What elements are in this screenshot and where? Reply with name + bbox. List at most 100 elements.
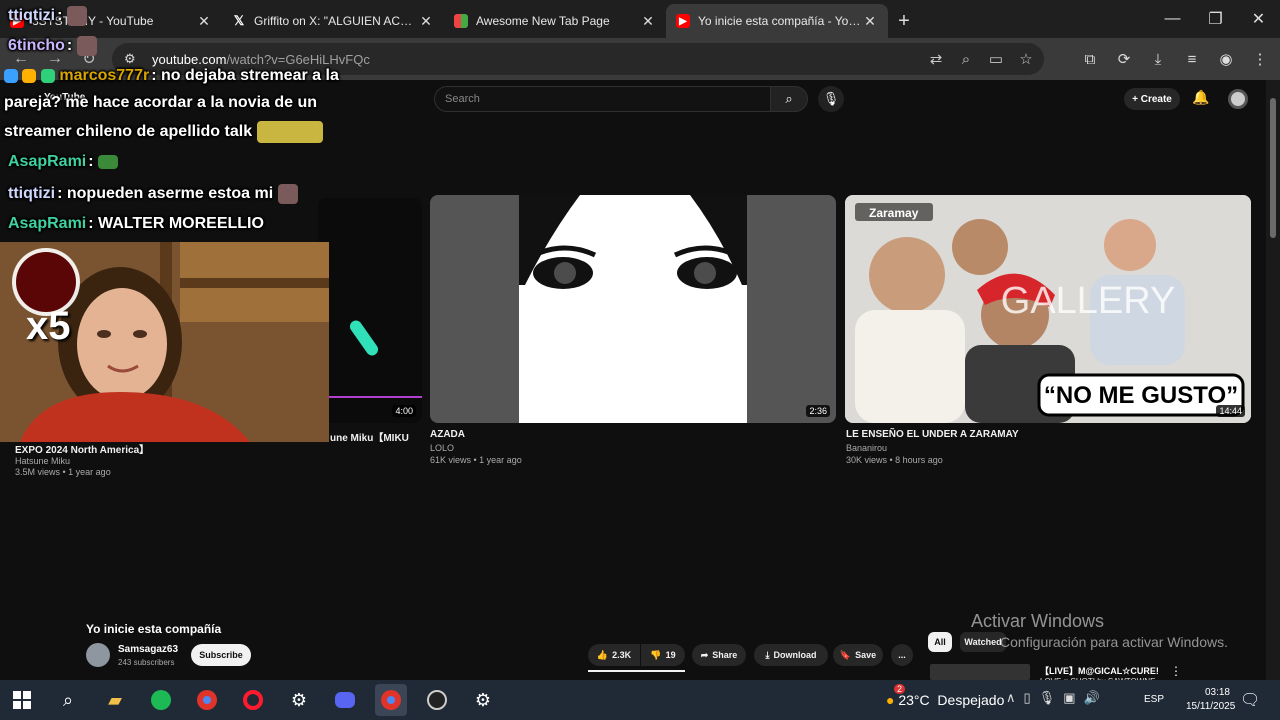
mic-icon[interactable]: 🎙 <box>818 86 844 112</box>
translate-icon[interactable]: ⇄ <box>926 50 946 68</box>
chevron-up-icon[interactable]: ∧ <box>1006 690 1016 706</box>
activation-subtitle: Configuración para activar Windows. <box>1000 634 1228 650</box>
youtube-icon: ▶ <box>676 14 690 28</box>
up-next-title[interactable]: 【LIVE】M@GICAL☆CURE! <box>1040 664 1159 677</box>
tab-youtube-active[interactable]: ▶ Yo inicie esta compañía - YouTu ✕ <box>666 4 888 38</box>
duration-badge: 2:36 <box>806 405 830 417</box>
chat-line: ttiqtizi: nopueden aserme estoa mi <box>8 184 298 204</box>
video-channel-3[interactable]: Bananirou <box>846 443 887 453</box>
cast-icon[interactable]: ▭ <box>986 50 1006 68</box>
new-tab-button[interactable]: + <box>888 4 920 38</box>
scrollbar-thumb[interactable] <box>1270 98 1276 238</box>
extensions-icon[interactable]: ⧉ <box>1076 51 1104 68</box>
badge-icon <box>22 68 37 83</box>
tab-newtab[interactable]: Awesome New Tab Page ✕ <box>444 4 666 38</box>
video-title-1[interactable]: EXPO 2024 North America】 <box>15 441 149 456</box>
thumbnail-art <box>328 320 422 398</box>
minimize-icon[interactable]: — <box>1151 0 1194 38</box>
chrome-active-icon[interactable] <box>375 684 407 716</box>
search-icon[interactable]: ⌕ <box>52 684 84 716</box>
thumbnail-art: GALLERY “NO ME GUSTO” Zaramay <box>845 195 1251 423</box>
omnibox-icons: ⇄ ⌕ ▭ ☆ <box>926 43 1036 75</box>
discord-icon[interactable] <box>329 684 361 716</box>
avatar[interactable] <box>1228 89 1248 109</box>
window-controls: — ❐ ✕ <box>1151 0 1280 38</box>
spotify-icon[interactable] <box>145 684 177 716</box>
search-icon[interactable]: ⌕ <box>770 86 808 112</box>
file-explorer-icon[interactable]: ▰ <box>99 684 131 716</box>
opera-icon[interactable] <box>237 684 269 716</box>
video-meta-3: 30K views • 8 hours ago <box>846 455 943 465</box>
tab-title: Yo inicie esta compañía - YouTu <box>698 14 862 28</box>
tab-x[interactable]: 𝕏 Griffito on X: "ALGUIEN ACÁ SE ✕ <box>222 4 444 38</box>
tab-title: Griffito on X: "ALGUIEN ACÁ SE <box>254 14 418 28</box>
maximize-icon[interactable]: ❐ <box>1194 0 1237 38</box>
save-button[interactable]: 🔖 Save <box>833 644 883 666</box>
like-ratio-bar <box>588 670 685 672</box>
download-button[interactable]: ⤓ Download <box>754 644 828 666</box>
combo-multiplier: x5 <box>26 304 71 348</box>
zoom-icon[interactable]: ⌕ <box>956 51 976 68</box>
thumbs-down-icon: 👎 <box>650 649 662 660</box>
create-button[interactable]: + Create <box>1124 88 1180 110</box>
menu-icon[interactable]: ⋮ <box>1246 50 1274 68</box>
grid-icon <box>454 14 468 28</box>
close-tab-icon[interactable]: ✕ <box>640 13 656 30</box>
chip-all[interactable]: All <box>928 632 952 652</box>
download-icon[interactable]: ⤓ <box>1144 51 1172 68</box>
bookmark-star-icon[interactable]: ☆ <box>1016 50 1036 68</box>
media-icon[interactable]: ≡ <box>1178 51 1206 68</box>
video-channel-2[interactable]: LOLO <box>430 443 454 453</box>
video-title-2[interactable]: AZADA <box>430 429 465 440</box>
weather-badge: 2 <box>894 684 906 694</box>
obs-icon[interactable] <box>421 684 453 716</box>
thumbnail-caption: “NO ME GUSTO” <box>1044 382 1238 409</box>
microphone-icon[interactable]: 🎙 <box>1039 690 1056 706</box>
video-thumbnail-1[interactable]: 4:00 <box>318 198 422 423</box>
weather-widget[interactable]: ● 2 23°C Despejado <box>886 684 1004 708</box>
video-channel-1[interactable]: Hatsune Miku <box>15 456 70 466</box>
video-title-3[interactable]: LE ENSEÑO EL UNDER A ZARAMAY <box>846 429 1019 440</box>
sync-icon[interactable]: ⟳ <box>1110 50 1138 68</box>
bell-icon[interactable]: 🔔 <box>1192 89 1209 106</box>
chat-emote <box>76 36 97 56</box>
save-icon: 🔖 <box>839 649 852 660</box>
subscribe-button[interactable]: Subscribe <box>191 644 251 666</box>
url-text[interactable]: youtube.com/watch?v=G6eHiLHvFQc <box>152 52 370 67</box>
video-title-1-prefix[interactable]: une Miku【MIKU <box>330 429 409 444</box>
page-scrollbar[interactable] <box>1266 80 1280 680</box>
close-tab-icon[interactable]: ✕ <box>862 13 878 30</box>
clock[interactable]: 03:18 15/11/2025 <box>1186 686 1235 714</box>
close-window-icon[interactable]: ✕ <box>1237 0 1280 38</box>
thumbnail-badge: Zaramay <box>869 206 919 220</box>
tray-app-icon[interactable]: ▯ <box>1024 690 1031 706</box>
close-tab-icon[interactable]: ✕ <box>418 13 434 30</box>
chat-emote <box>66 6 87 26</box>
language-indicator[interactable]: ESP <box>1144 694 1164 705</box>
steam-icon[interactable]: ⚙ <box>283 684 315 716</box>
dislike-button[interactable]: 👎 19 <box>641 644 685 666</box>
like-button[interactable]: 👍 2.3K <box>588 644 640 666</box>
profile-icon[interactable]: ◉ <box>1212 50 1240 68</box>
windows-start-icon[interactable] <box>6 684 38 716</box>
up-next-thumbnail[interactable] <box>930 664 1030 680</box>
chat-line: marcos777r: no dejaba stremear a la <box>4 67 339 85</box>
search-input[interactable]: Search <box>434 86 770 112</box>
chat-line: AsapRami: WALTER MOREELLIO <box>8 215 264 232</box>
webcam-overlay: x5 <box>0 242 329 442</box>
steam-app-icon[interactable]: ⚙ <box>467 684 499 716</box>
channel-name[interactable]: Samsagaz63 <box>118 644 178 655</box>
close-tab-icon[interactable]: ✕ <box>196 13 212 30</box>
site-settings-icon[interactable]: ⚙ <box>124 51 146 67</box>
video-thumbnail-3[interactable]: GALLERY “NO ME GUSTO” Zaramay 14:44 <box>845 195 1251 423</box>
up-next-menu-icon[interactable]: ⋮ <box>1170 664 1182 678</box>
network-icon[interactable]: ▣ <box>1063 690 1075 706</box>
more-actions-button[interactable]: ... <box>891 644 913 666</box>
notification-icon[interactable]: 🗨 <box>1240 690 1260 710</box>
volume-icon[interactable]: 🔊 <box>1083 690 1099 706</box>
subscriber-count: 243 subscribers <box>118 658 175 667</box>
chrome-icon[interactable] <box>191 684 223 716</box>
channel-avatar[interactable] <box>86 643 110 667</box>
share-button[interactable]: ➦ Share <box>692 644 746 666</box>
video-thumbnail-2[interactable]: 2:36 <box>430 195 836 423</box>
